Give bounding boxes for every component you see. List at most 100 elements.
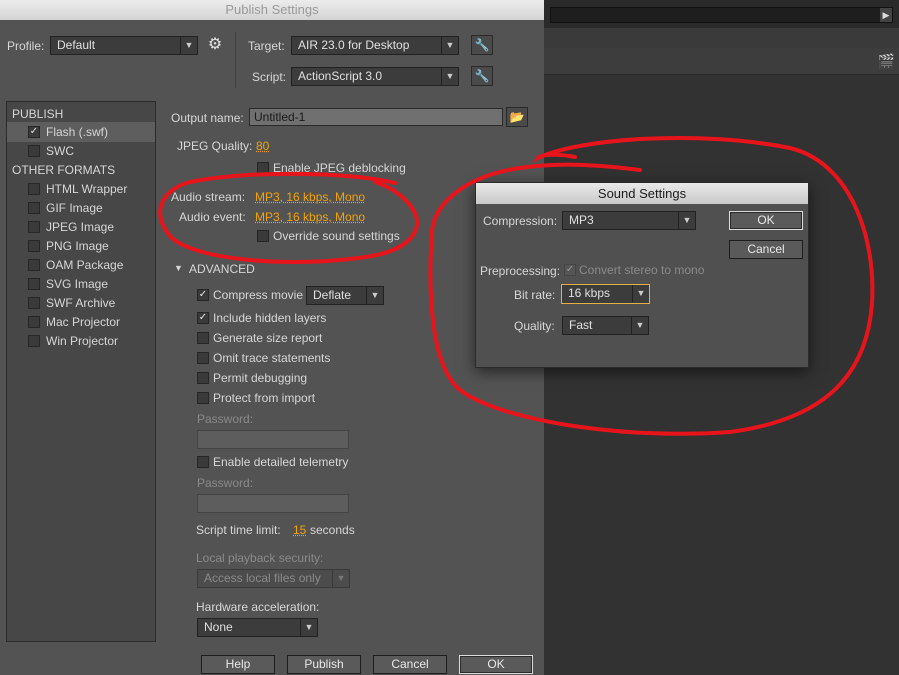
chevron-down-icon: ▼ bbox=[332, 570, 349, 587]
gif-image-label[interactable]: GIF Image bbox=[46, 201, 103, 215]
script-label: Script: bbox=[252, 70, 287, 84]
audio-event-value[interactable]: MP3, 16 kbps, Mono bbox=[255, 210, 365, 224]
ok-button[interactable]: OK bbox=[459, 655, 533, 674]
gif-image-checkbox[interactable] bbox=[28, 202, 40, 214]
background-scrollbar[interactable]: ▶ bbox=[544, 0, 899, 29]
target-value: AIR 23.0 for Desktop bbox=[298, 38, 410, 52]
wrench-icon[interactable]: 🔧 bbox=[471, 66, 493, 86]
caret-down-icon[interactable]: ▼ bbox=[174, 263, 183, 273]
script-time-label: Script time limit: bbox=[196, 523, 281, 537]
script-dropdown[interactable]: ActionScript 3.0 ▼ bbox=[291, 67, 459, 86]
wrench-icon[interactable]: 🔧 bbox=[471, 35, 493, 55]
mac-projector-checkbox[interactable] bbox=[28, 316, 40, 328]
convert-mono-label[interactable]: Convert stereo to mono bbox=[579, 263, 704, 277]
flash-swf-label[interactable]: Flash (.swf) bbox=[46, 125, 108, 139]
size-report-checkbox[interactable] bbox=[197, 332, 209, 344]
bitrate-dropdown[interactable]: 16 kbps ▼ bbox=[561, 284, 650, 304]
protect-import-checkbox[interactable] bbox=[197, 392, 209, 404]
local-security-dropdown[interactable]: Access local files only ▼ bbox=[197, 569, 350, 588]
folder-icon[interactable]: 📂 bbox=[506, 107, 528, 127]
quality-dropdown[interactable]: Fast ▼ bbox=[562, 316, 649, 335]
size-report-label[interactable]: Generate size report bbox=[213, 331, 322, 345]
jpeg-quality-value[interactable]: 80 bbox=[256, 139, 269, 153]
telemetry-password-input[interactable] bbox=[197, 494, 349, 513]
telemetry-label[interactable]: Enable detailed telemetry bbox=[213, 455, 348, 469]
jpeg-deblocking-label[interactable]: Enable JPEG deblocking bbox=[273, 161, 406, 175]
svg-image-checkbox[interactable] bbox=[28, 278, 40, 290]
compress-movie-checkbox[interactable]: ✓ bbox=[197, 289, 209, 301]
win-projector-checkbox[interactable] bbox=[28, 335, 40, 347]
telemetry-password-label: Password: bbox=[197, 476, 254, 490]
hw-accel-dropdown[interactable]: None ▼ bbox=[197, 618, 318, 637]
permit-debugging-checkbox[interactable] bbox=[197, 372, 209, 384]
html-wrapper-checkbox[interactable] bbox=[28, 183, 40, 195]
script-value: ActionScript 3.0 bbox=[298, 69, 383, 83]
audio-stream-value[interactable]: MP3, 16 kbps, Mono bbox=[255, 190, 365, 204]
audio-event-label: Audio event: bbox=[179, 210, 246, 224]
jpeg-image-label[interactable]: JPEG Image bbox=[46, 220, 114, 234]
chevron-down-icon: ▼ bbox=[366, 287, 383, 304]
publish-button[interactable]: Publish bbox=[287, 655, 361, 674]
mac-projector-label[interactable]: Mac Projector bbox=[46, 315, 120, 329]
omit-trace-checkbox[interactable] bbox=[197, 352, 209, 364]
scroll-right-icon[interactable]: ▶ bbox=[880, 8, 892, 22]
background-timeline-header bbox=[544, 48, 899, 75]
background-toolbar bbox=[544, 28, 899, 49]
quality-label: Quality: bbox=[514, 319, 555, 333]
gear-icon[interactable]: ⚙ bbox=[204, 36, 226, 56]
preprocessing-label: Preprocessing: bbox=[480, 264, 561, 278]
include-hidden-checkbox[interactable]: ✓ bbox=[197, 312, 209, 324]
swc-checkbox[interactable] bbox=[28, 145, 40, 157]
chevron-down-icon: ▼ bbox=[678, 212, 695, 229]
flash-swf-checkbox[interactable]: ✓ bbox=[28, 126, 40, 138]
help-button[interactable]: Help bbox=[201, 655, 275, 674]
target-dropdown[interactable]: AIR 23.0 for Desktop ▼ bbox=[291, 36, 459, 55]
output-name-label: Output name: bbox=[171, 111, 244, 125]
clapperboard-icon[interactable]: 🎬 bbox=[878, 53, 895, 70]
png-image-label[interactable]: PNG Image bbox=[46, 239, 109, 253]
target-label: Target: bbox=[248, 39, 285, 53]
override-sound-checkbox[interactable] bbox=[257, 230, 269, 242]
advanced-header[interactable]: ADVANCED bbox=[189, 262, 255, 276]
bitrate-label: Bit rate: bbox=[514, 288, 556, 302]
sound-cancel-button[interactable]: Cancel bbox=[729, 240, 803, 259]
svg-image-label[interactable]: SVG Image bbox=[46, 277, 108, 291]
bitrate-value: 16 kbps bbox=[568, 286, 611, 300]
swc-label[interactable]: SWC bbox=[46, 144, 74, 158]
jpeg-deblocking-checkbox[interactable] bbox=[257, 162, 269, 174]
html-wrapper-label[interactable]: HTML Wrapper bbox=[46, 182, 127, 196]
chevron-down-icon: ▼ bbox=[631, 317, 648, 334]
png-image-checkbox[interactable] bbox=[28, 240, 40, 252]
cancel-button[interactable]: Cancel bbox=[373, 655, 447, 674]
permit-debugging-label[interactable]: Permit debugging bbox=[213, 371, 307, 385]
convert-mono-checkbox[interactable]: ✓ bbox=[564, 264, 576, 276]
script-time-value[interactable]: 15 bbox=[293, 523, 306, 537]
publish-header: PUBLISH bbox=[12, 107, 64, 121]
include-hidden-label[interactable]: Include hidden layers bbox=[213, 311, 326, 325]
oam-package-label[interactable]: OAM Package bbox=[46, 258, 123, 272]
audio-stream-label: Audio stream: bbox=[171, 190, 246, 204]
swf-archive-label[interactable]: SWF Archive bbox=[46, 296, 115, 310]
override-sound-label[interactable]: Override sound settings bbox=[273, 229, 400, 243]
compression-dropdown[interactable]: Deflate ▼ bbox=[306, 286, 384, 305]
omit-trace-label[interactable]: Omit trace statements bbox=[213, 351, 330, 365]
protect-import-label[interactable]: Protect from import bbox=[213, 391, 315, 405]
oam-package-checkbox[interactable] bbox=[28, 259, 40, 271]
password-input[interactable] bbox=[197, 430, 349, 449]
swf-archive-checkbox[interactable] bbox=[28, 297, 40, 309]
other-formats-header: OTHER FORMATS bbox=[12, 163, 116, 177]
hw-accel-label: Hardware acceleration: bbox=[196, 600, 320, 614]
sound-compression-dropdown[interactable]: MP3 ▼ bbox=[562, 211, 696, 230]
win-projector-label[interactable]: Win Projector bbox=[46, 334, 118, 348]
telemetry-checkbox[interactable] bbox=[197, 456, 209, 468]
script-time-unit: seconds bbox=[310, 523, 355, 537]
output-name-input[interactable]: Untitled-1 bbox=[249, 108, 503, 126]
jpeg-image-checkbox[interactable] bbox=[28, 221, 40, 233]
local-security-value: Access local files only bbox=[204, 571, 321, 585]
sound-settings-dialog: Sound Settings Compression: MP3 ▼ OK Can… bbox=[475, 182, 809, 368]
profile-label: Profile: bbox=[7, 39, 45, 53]
sound-ok-button[interactable]: OK bbox=[729, 211, 803, 230]
sound-settings-title: Sound Settings bbox=[476, 183, 808, 204]
compress-movie-label[interactable]: Compress movie bbox=[213, 288, 303, 302]
profile-dropdown[interactable]: Default ▼ bbox=[50, 36, 198, 55]
